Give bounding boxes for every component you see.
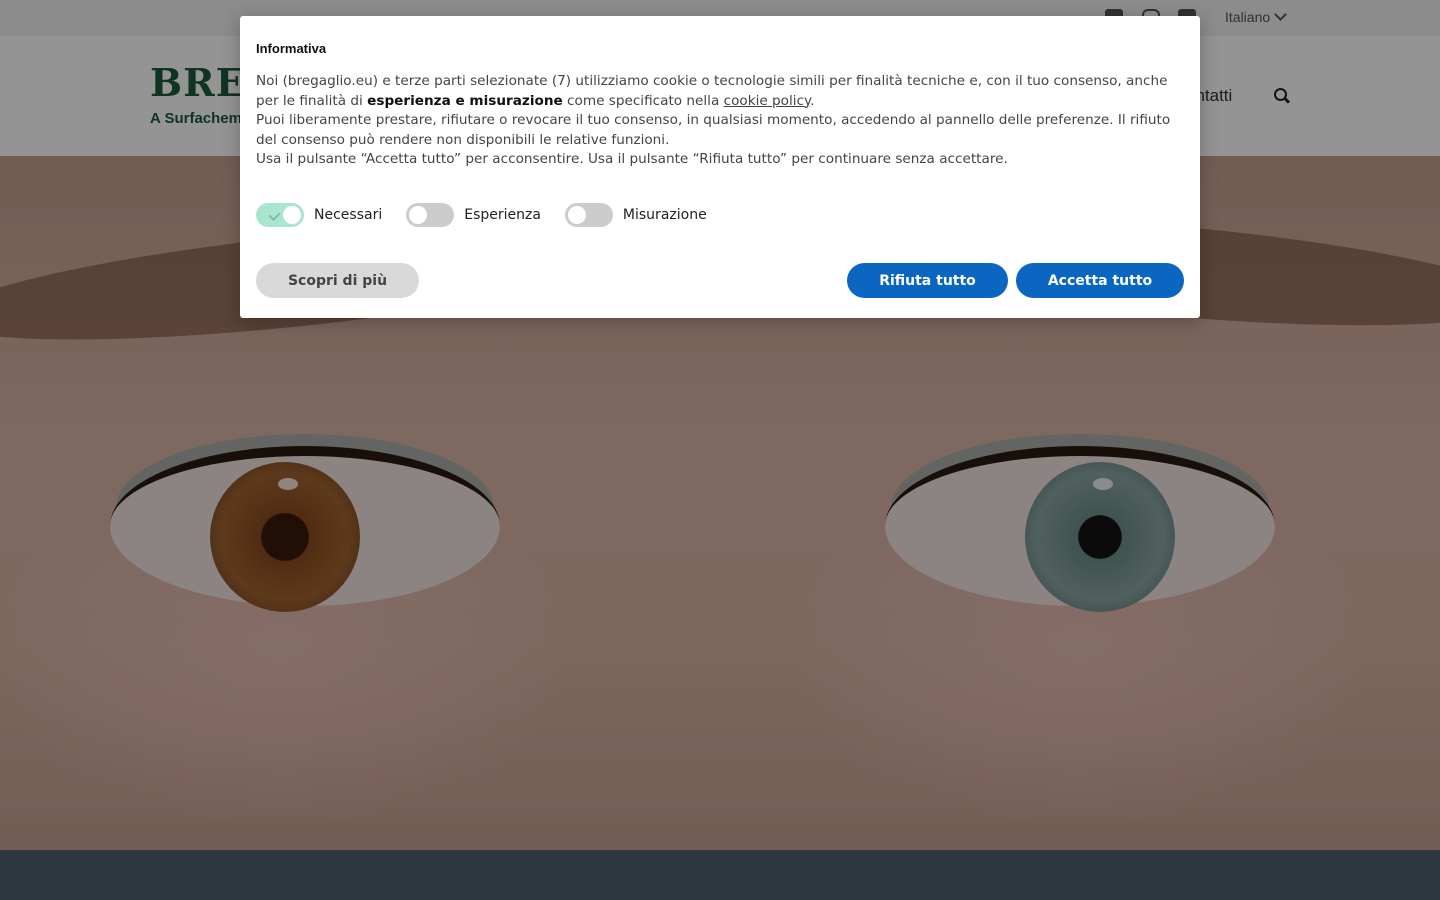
toggle-switch-off[interactable] bbox=[406, 203, 455, 227]
paragraph-2: Puoi liberamente prestare, rifiutare o r… bbox=[256, 112, 1171, 148]
footer-band bbox=[0, 850, 1440, 900]
dialog-title: Informativa bbox=[256, 41, 327, 56]
dialog-body: Noi (bregaglio.eu) e terze parti selezio… bbox=[256, 72, 1176, 170]
toggle-misurazione[interactable]: Misurazione bbox=[564, 203, 707, 227]
cookie-policy-link[interactable]: cookie policy bbox=[724, 93, 811, 109]
toggle-label: Misurazione bbox=[622, 207, 707, 223]
accept-all-button[interactable]: Accetta tutto bbox=[1016, 263, 1184, 298]
toggle-necessari[interactable]: Necessari bbox=[256, 203, 382, 227]
toggle-esperienza[interactable]: Esperienza bbox=[406, 203, 541, 227]
check-icon bbox=[268, 208, 281, 222]
paragraph-3: Usa il pulsante “Accetta tutto” per acco… bbox=[256, 151, 1008, 168]
cookie-consent-dialog: Informativa Noi (bregaglio.eu) e terze p… bbox=[240, 16, 1200, 318]
reject-all-button[interactable]: Rifiuta tutto bbox=[847, 263, 1008, 298]
toggle-switch-on[interactable] bbox=[256, 203, 304, 227]
toggle-label: Necessari bbox=[314, 207, 383, 223]
paragraph-1: Noi (bregaglio.eu) e terze parti selezio… bbox=[256, 73, 1168, 109]
learn-more-button[interactable]: Scopri di più bbox=[256, 263, 419, 298]
toggle-switch-off[interactable] bbox=[564, 203, 613, 227]
consent-toggles: Necessari Esperienza Misurazione bbox=[256, 202, 731, 228]
toggle-label: Esperienza bbox=[464, 207, 541, 223]
